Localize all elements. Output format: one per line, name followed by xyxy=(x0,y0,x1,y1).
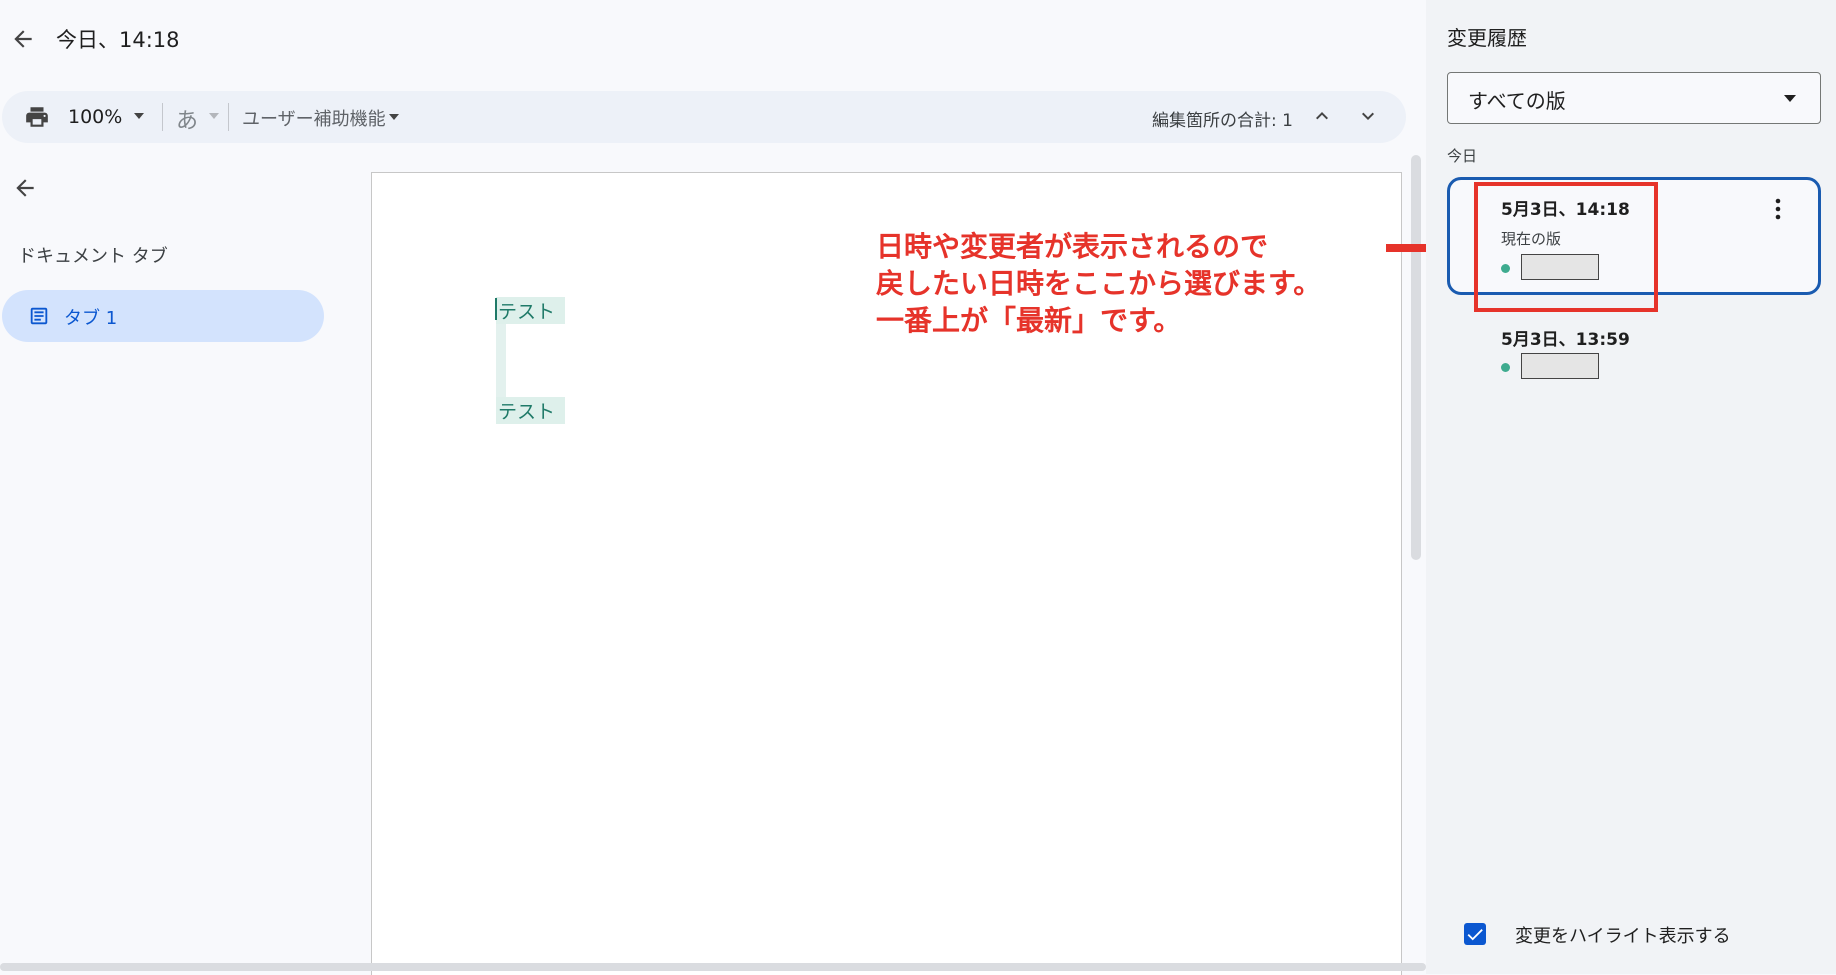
print-icon[interactable] xyxy=(24,104,50,130)
chevron-down-icon[interactable] xyxy=(1356,104,1380,128)
version-filter-select[interactable]: すべての版 xyxy=(1447,72,1821,124)
horizontal-scrollbar[interactable] xyxy=(0,963,1426,971)
tabs-back-arrow-icon[interactable] xyxy=(12,175,38,201)
tab-1[interactable]: タブ 1 xyxy=(2,290,324,342)
document-line[interactable]: テスト xyxy=(496,397,566,424)
chevron-up-icon[interactable] xyxy=(1310,104,1334,128)
version-filter-label: すべての版 xyxy=(1468,89,1566,113)
version-history-title: 変更履歴 xyxy=(1447,26,1527,50)
dropdown-caret-icon xyxy=(1784,95,1796,102)
more-vert-icon[interactable] xyxy=(1775,198,1781,220)
highlight-changes-checkbox[interactable] xyxy=(1464,923,1486,945)
input-tools-button[interactable]: あ xyxy=(176,103,198,135)
toolbar-divider xyxy=(228,103,229,131)
version-title: 今日、14:18 xyxy=(56,28,180,52)
text-cursor xyxy=(495,298,497,320)
version-history-panel: 変更履歴 すべての版 今日 5月3日、14:18 現在の版 5月3日、13:59 xyxy=(1426,0,1836,974)
zoom-caret-icon[interactable] xyxy=(134,113,144,119)
toolbar-divider xyxy=(162,103,163,131)
document-tab-icon xyxy=(28,305,50,327)
accessibility-menu[interactable]: ユーザー補助機能 xyxy=(242,105,386,131)
editor-name-redacted xyxy=(1521,353,1599,379)
version-time: 5月3日、13:59 xyxy=(1501,330,1630,350)
tab-label: タブ 1 xyxy=(64,308,118,329)
input-tools-caret-icon[interactable] xyxy=(209,113,219,119)
back-arrow-icon[interactable] xyxy=(10,26,36,52)
annotation-callout: 日時や変更者が表示されるので 戻したい日時をここから選びます。 一番上が「最新」… xyxy=(876,230,1322,337)
top-bar: 今日、14:18 xyxy=(0,0,1425,80)
accessibility-caret-icon[interactable] xyxy=(389,114,399,120)
annotation-highlight-box xyxy=(1474,182,1658,312)
zoom-select[interactable]: 100% xyxy=(68,106,122,128)
highlight-changes-label[interactable]: 変更をハイライト表示する xyxy=(1515,922,1731,948)
checkbox-checked-icon xyxy=(1467,929,1483,941)
version-item[interactable]: 5月3日、13:59 xyxy=(1447,318,1815,388)
document-line[interactable]: テスト xyxy=(496,297,566,324)
edit-count: 編集箇所の合計: 1 xyxy=(1152,111,1293,131)
editor-color-dot xyxy=(1501,363,1510,372)
vertical-scrollbar[interactable] xyxy=(1411,155,1421,560)
section-heading-today: 今日 xyxy=(1447,147,1478,165)
toolbar: 100% あ ユーザー補助機能 編集箇所の合計: 1 xyxy=(2,91,1406,143)
document-tabs-heading: ドキュメント タブ xyxy=(18,246,168,267)
